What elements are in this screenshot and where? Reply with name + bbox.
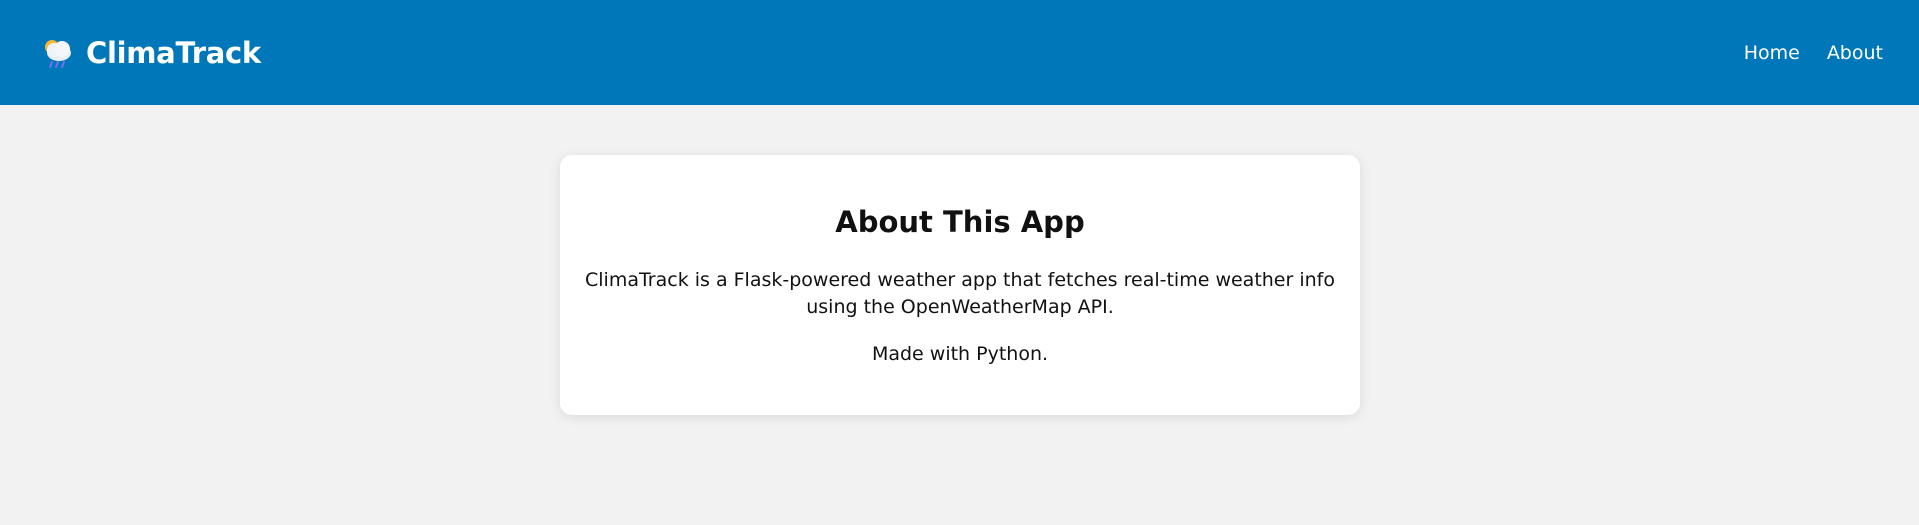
top-navbar: ClimaTrack Home About (0, 0, 1919, 105)
about-description: ClimaTrack is a Flask-powered weather ap… (585, 268, 1335, 318)
nav-links: Home About (1717, 42, 1883, 64)
cloud-sun-rain-icon (40, 36, 76, 70)
brand-name: ClimaTrack (86, 35, 261, 70)
nav-link-about[interactable]: About (1827, 42, 1883, 64)
brand[interactable]: ClimaTrack (40, 36, 261, 70)
about-card: About This App ClimaTrack is a Flask-pow… (560, 155, 1360, 415)
about-credit: Made with Python. (871, 342, 1049, 365)
page-title: About This App (835, 205, 1085, 239)
nav-link-home[interactable]: Home (1744, 42, 1800, 64)
